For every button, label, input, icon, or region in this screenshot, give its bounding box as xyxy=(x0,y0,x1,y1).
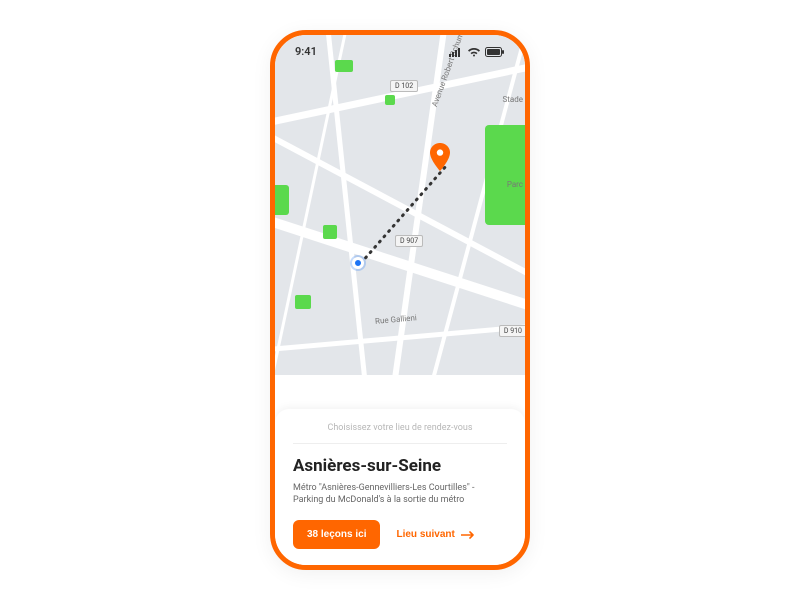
road-badge-d907: D 907 xyxy=(395,235,423,247)
place-title: Asnières-sur-Seine xyxy=(293,456,507,476)
road xyxy=(324,35,371,375)
next-location-button[interactable]: Lieu suivant xyxy=(396,529,474,540)
wifi-icon xyxy=(467,47,481,57)
status-bar: 9:41 xyxy=(295,45,505,58)
arrow-right-icon xyxy=(461,531,475,539)
destination-pin-icon[interactable] xyxy=(430,143,450,171)
label-stade: Stade xyxy=(503,95,523,104)
park-area xyxy=(275,185,289,215)
lessons-count-button[interactable]: 38 leçons ici xyxy=(293,520,380,549)
road xyxy=(275,214,525,316)
park-area xyxy=(323,225,337,239)
next-location-label: Lieu suivant xyxy=(396,529,454,540)
map-canvas[interactable]: D 102 D 907 D 910 Avenue Robert Schuman … xyxy=(275,35,525,375)
park-area xyxy=(335,60,353,72)
actions-row: 38 leçons ici Lieu suivant xyxy=(293,520,507,549)
status-icons xyxy=(449,47,505,57)
bottom-sheet: Choisissez votre lieu de rendez-vous Asn… xyxy=(275,409,525,565)
road-badge-d102: D 102 xyxy=(390,80,418,92)
divider xyxy=(293,443,507,444)
helper-text: Choisissez votre lieu de rendez-vous xyxy=(293,423,507,433)
signal-icon xyxy=(449,47,463,57)
street-label-gallieni: Rue Gallieni xyxy=(375,313,417,326)
battery-icon xyxy=(485,47,505,57)
park-area xyxy=(385,95,395,105)
park-area xyxy=(295,295,311,309)
user-location-dot xyxy=(352,257,364,269)
label-parc: Parc xyxy=(507,180,523,189)
road xyxy=(275,59,525,128)
phone-frame: 9:41 xyxy=(270,30,530,570)
road-badge-d910: D 910 xyxy=(499,325,525,337)
status-time: 9:41 xyxy=(295,45,317,58)
place-description: Métro "Asnières-Gennevilliers-Les Courti… xyxy=(293,482,507,506)
park-area xyxy=(485,125,525,225)
